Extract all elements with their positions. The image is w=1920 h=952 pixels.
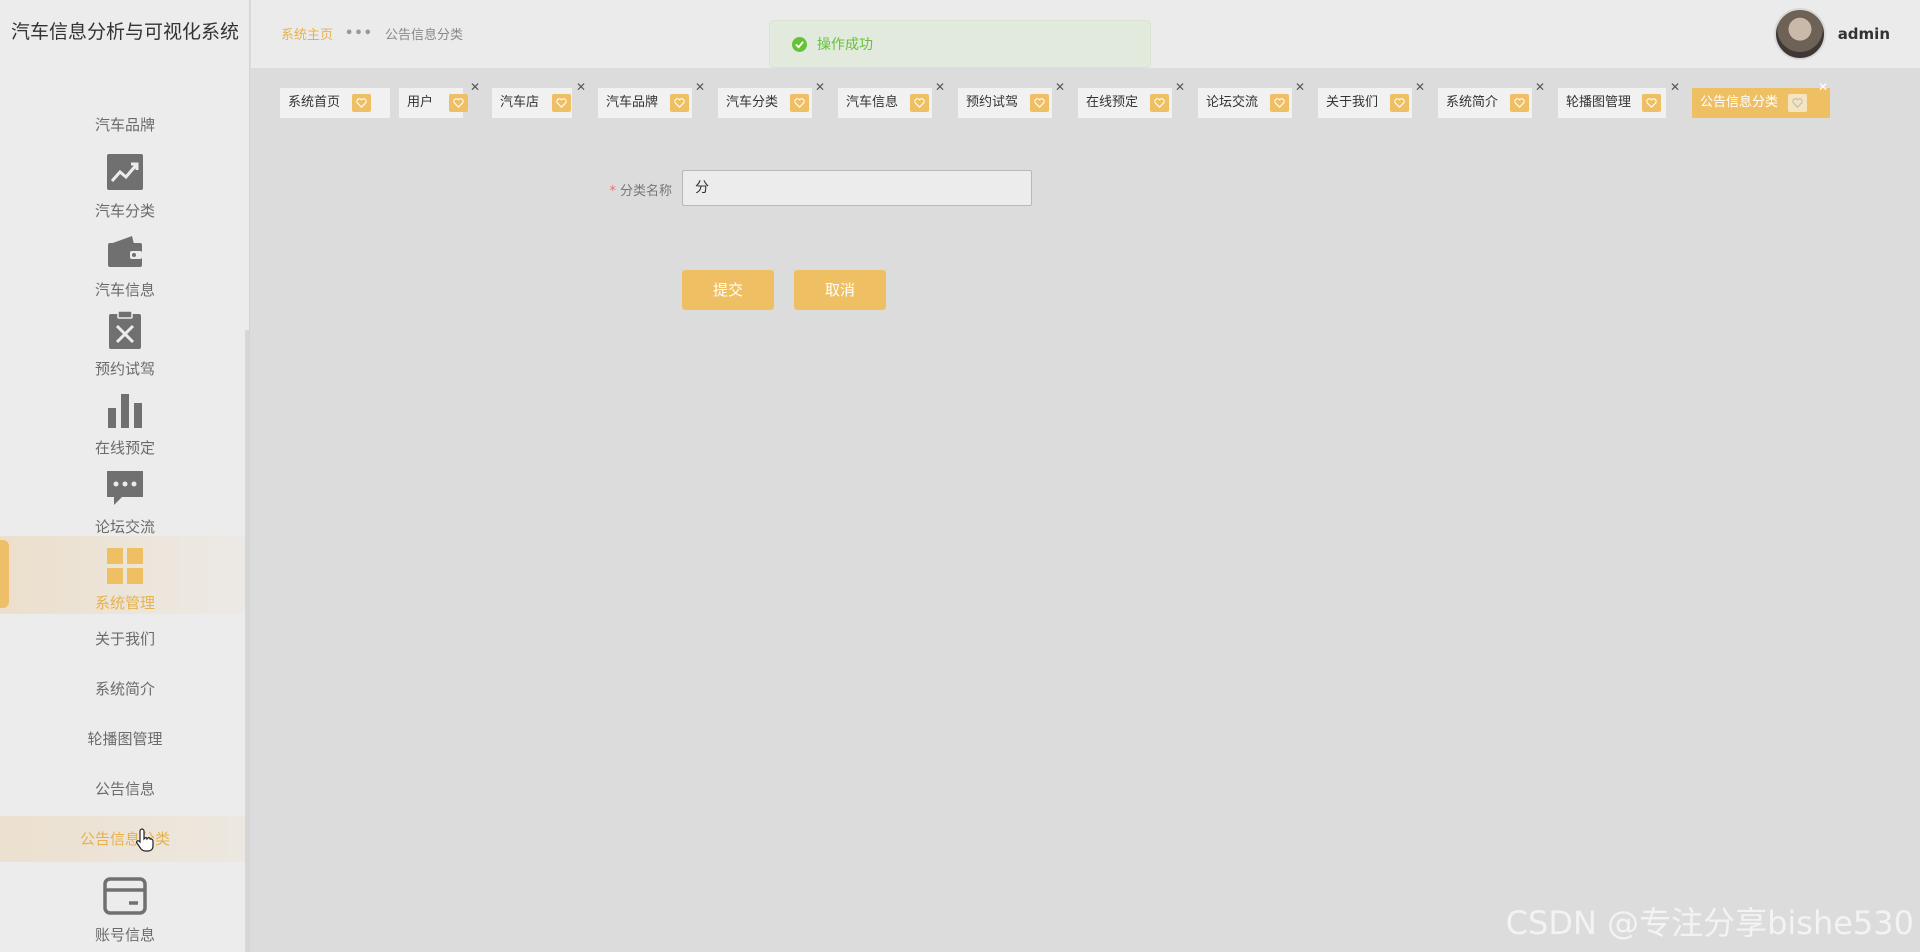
heart-icon xyxy=(670,94,689,112)
username[interactable]: admin xyxy=(1838,25,1890,43)
tab-system-intro[interactable]: 系统简介 ✕ xyxy=(1438,80,1545,118)
breadcrumb-current: 公告信息分类 xyxy=(384,28,463,43)
cancel-button[interactable]: 取消 xyxy=(794,270,886,310)
tab-close-icon[interactable]: ✕ xyxy=(1055,80,1065,94)
card-icon xyxy=(103,874,147,918)
tab-label: 系统简介 xyxy=(1446,95,1499,110)
tab-label: 汽车品牌 xyxy=(606,95,659,110)
tab-announcement-category[interactable]: 公告信息分类 ✕ xyxy=(1692,80,1830,118)
tab-close-icon[interactable]: ✕ xyxy=(1670,80,1680,94)
sidebar-item-label: 汽车分类 xyxy=(94,202,155,220)
tab-close-icon[interactable]: ✕ xyxy=(1535,80,1545,94)
tab-close-icon[interactable]: ✕ xyxy=(1175,80,1185,94)
heart-icon xyxy=(1030,94,1049,112)
sidebar-item-forum[interactable]: 论坛交流 xyxy=(0,466,249,544)
check-circle-icon xyxy=(792,36,807,52)
tab-label: 系统首页 xyxy=(288,95,341,110)
sidebar-subitem-announcement-category[interactable]: 公告信息分类 xyxy=(0,816,249,862)
sidebar-subitem-system-intro[interactable]: 系统简介 xyxy=(0,666,249,712)
heart-icon xyxy=(790,94,809,112)
category-name-label-text: 分类名称 xyxy=(619,184,672,199)
tab-label: 预约试驾 xyxy=(966,95,1019,110)
heart-icon xyxy=(1390,94,1409,112)
tab-test-drive[interactable]: 预约试驾 ✕ xyxy=(958,80,1065,118)
heart-icon xyxy=(1788,94,1807,112)
sidebar-item-online-booking[interactable]: 在线预定 xyxy=(0,387,249,465)
tab-close-icon[interactable]: ✕ xyxy=(695,80,705,94)
sidebar-subitem-carousel-management[interactable]: 轮播图管理 xyxy=(0,716,249,762)
tab-close-icon[interactable]: ✕ xyxy=(935,80,945,94)
trend-chart-icon xyxy=(103,150,147,194)
success-toast: 操作成功 xyxy=(769,20,1151,68)
clipboard-x-icon xyxy=(103,308,147,352)
tab-label: 公告信息分类 xyxy=(1700,95,1779,110)
breadcrumb-home-link[interactable]: 系统主页 xyxy=(281,24,333,43)
heart-icon xyxy=(552,94,571,112)
heart-icon xyxy=(1510,94,1529,112)
heart-icon xyxy=(449,94,468,112)
tab-label: 轮播图管理 xyxy=(1566,95,1632,110)
submit-button[interactable]: 提交 xyxy=(682,270,774,310)
wallet-icon xyxy=(103,229,147,273)
sidebar-item-test-drive[interactable]: 预约试驾 xyxy=(0,308,249,386)
sidebar-scrollbar[interactable] xyxy=(245,330,249,952)
watermark: CSDN @专注分享bishe530 xyxy=(1505,904,1914,942)
sidebar-subitem-about-us[interactable]: 关于我们 xyxy=(0,616,249,662)
sidebar-item-account-info[interactable]: 账号信息 xyxy=(0,874,249,952)
sidebar-item-car-brand[interactable]: 汽车品牌 xyxy=(0,114,249,135)
heart-icon xyxy=(352,94,371,112)
sidebar-item-label: 账号信息 xyxy=(94,926,155,944)
tab-forum[interactable]: 论坛交流 ✕ xyxy=(1198,80,1305,118)
tab-about-us[interactable]: 关于我们 ✕ xyxy=(1318,80,1425,118)
tab-label: 用户 xyxy=(407,95,434,110)
heart-icon xyxy=(1270,94,1289,112)
sidebar-item-label: 系统管理 xyxy=(94,594,155,612)
toast-message: 操作成功 xyxy=(817,37,873,53)
tab-label: 关于我们 xyxy=(1326,95,1379,110)
tab-label: 论坛交流 xyxy=(1206,95,1259,110)
tab-label: 汽车信息 xyxy=(846,95,899,110)
tab-online-booking[interactable]: 在线预定 ✕ xyxy=(1078,80,1185,118)
tab-close-icon[interactable]: ✕ xyxy=(815,80,825,94)
required-mark: * xyxy=(609,184,616,199)
heart-icon xyxy=(910,94,929,112)
sidebar-item-system-management[interactable]: 系统管理 xyxy=(0,536,249,614)
sidebar: 汽车信息分析与可视化系统 汽车品牌 汽车分类 汽车信息 预约试驾 在线预定 论坛… xyxy=(0,0,250,952)
tab-close-icon[interactable]: ✕ xyxy=(470,80,480,94)
tab-label: 汽车店 xyxy=(500,95,540,110)
category-name-input[interactable]: 分 xyxy=(682,170,1032,206)
sidebar-item-car-info[interactable]: 汽车信息 xyxy=(0,229,249,307)
tab-carousel-management[interactable]: 轮播图管理 ✕ xyxy=(1558,80,1680,118)
user-menu[interactable]: admin xyxy=(1773,8,1890,60)
avatar[interactable] xyxy=(1773,8,1826,60)
tab-user[interactable]: 用户 ✕ xyxy=(399,80,480,118)
tab-close-icon[interactable]: ✕ xyxy=(1818,80,1828,94)
app-title: 汽车信息分析与可视化系统 xyxy=(10,21,239,43)
chat-bubble-icon xyxy=(103,466,147,510)
sidebar-item-label: 论坛交流 xyxy=(94,518,155,536)
tab-close-icon[interactable]: ✕ xyxy=(576,80,586,94)
sidebar-item-label: 在线预定 xyxy=(94,439,155,457)
heart-icon xyxy=(1150,94,1169,112)
bar-chart-icon xyxy=(103,387,147,431)
tab-label: 在线预定 xyxy=(1086,95,1139,110)
hand-cursor-icon xyxy=(136,828,154,856)
sidebar-item-label: 汽车信息 xyxy=(94,281,155,299)
tab-system-home[interactable]: 系统首页 xyxy=(280,88,390,118)
tab-close-icon[interactable]: ✕ xyxy=(1295,80,1305,94)
heart-icon xyxy=(1642,94,1661,112)
sidebar-item-car-category[interactable]: 汽车分类 xyxy=(0,150,249,228)
tab-close-icon[interactable]: ✕ xyxy=(1415,80,1425,94)
sidebar-subitem-announcement[interactable]: 公告信息 xyxy=(0,766,249,812)
grid-icon xyxy=(103,544,147,588)
category-name-label: * 分类名称 xyxy=(600,180,672,199)
tab-car-category[interactable]: 汽车分类 ✕ xyxy=(718,80,825,118)
breadcrumb-separator: ••• xyxy=(345,26,373,41)
tab-car-store[interactable]: 汽车店 ✕ xyxy=(492,80,586,118)
sidebar-item-label: 预约试驾 xyxy=(94,360,155,378)
tab-car-info[interactable]: 汽车信息 ✕ xyxy=(838,80,945,118)
tab-label: 汽车分类 xyxy=(726,95,779,110)
tab-car-brand[interactable]: 汽车品牌 ✕ xyxy=(598,80,705,118)
breadcrumb: 系统主页 ••• 公告信息分类 xyxy=(281,24,463,43)
